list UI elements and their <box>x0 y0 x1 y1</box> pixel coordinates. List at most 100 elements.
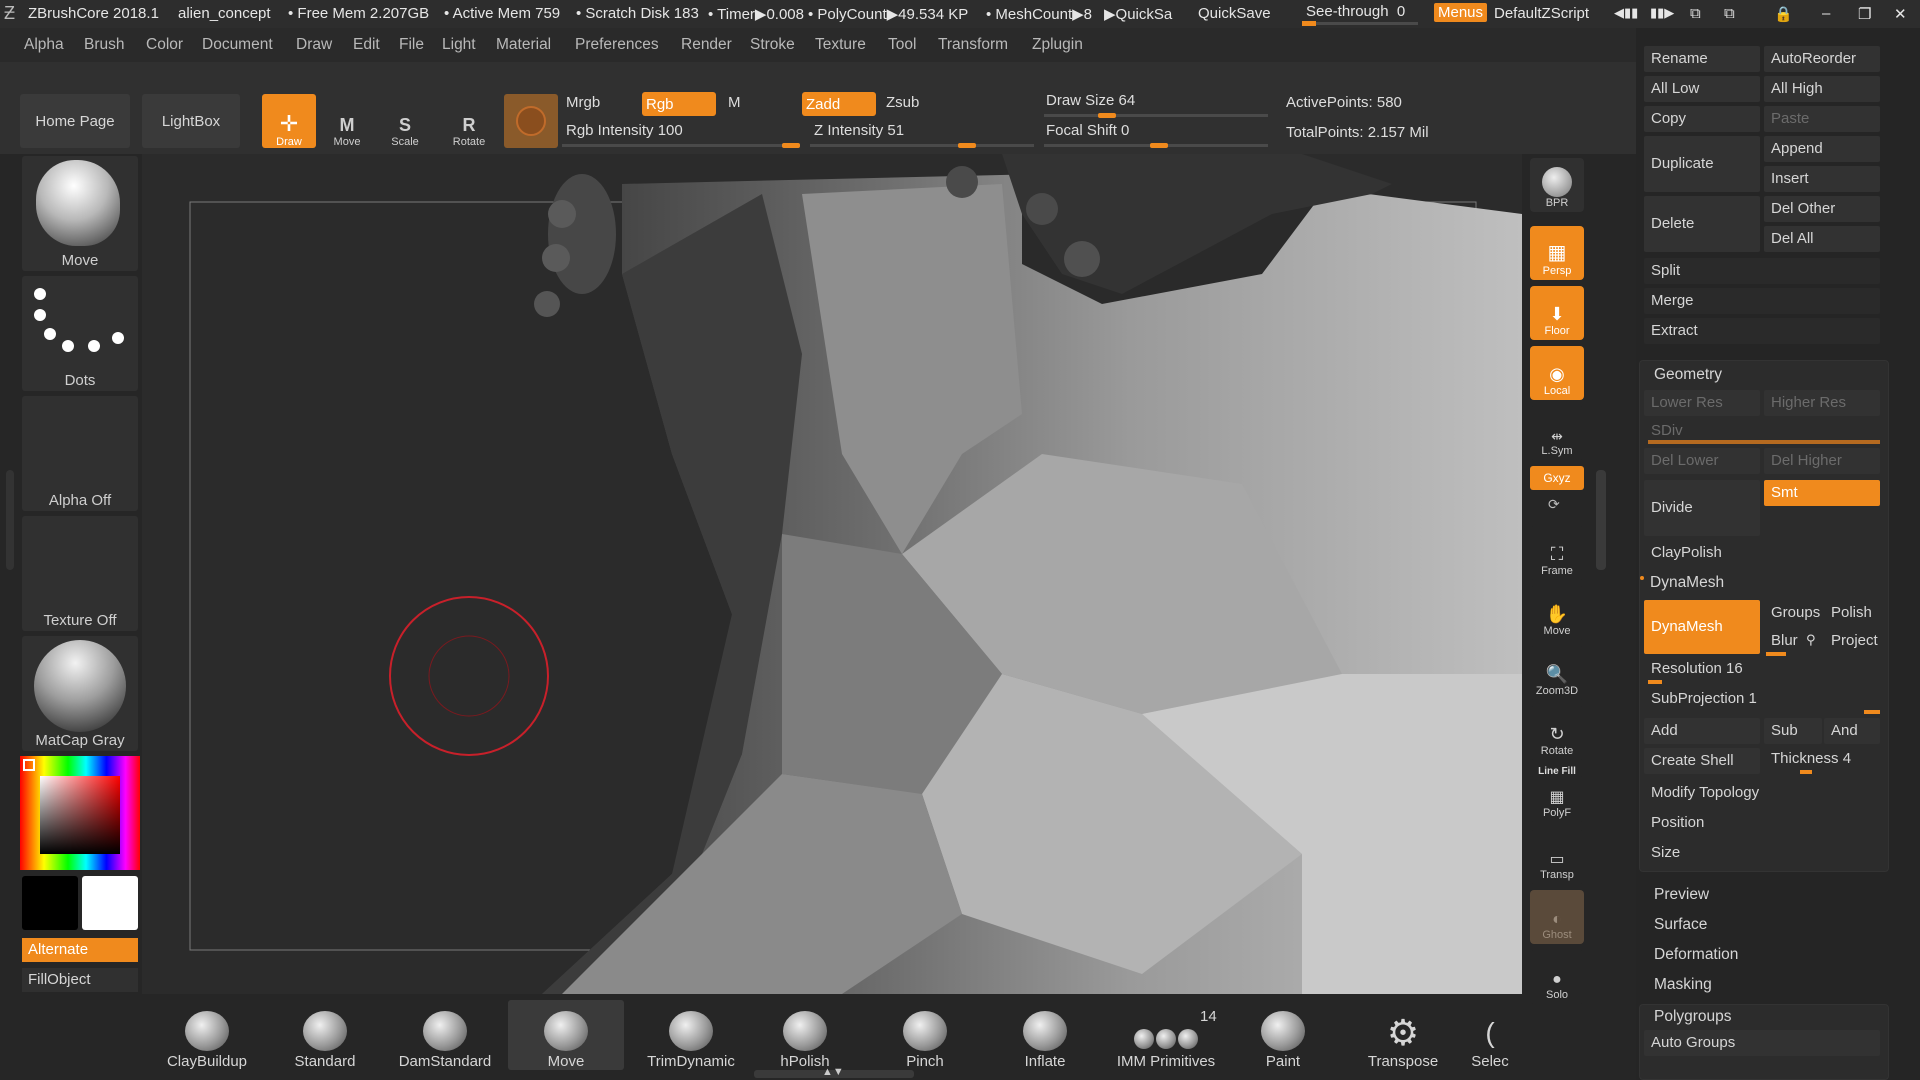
menu-render[interactable]: Render <box>681 36 732 54</box>
menu-preferences[interactable]: Preferences <box>575 36 659 54</box>
layout2-icon[interactable]: ⧉ <box>1724 5 1735 22</box>
rotate-mode-button[interactable]: R Rotate <box>442 94 496 148</box>
z-intensity-track[interactable] <box>810 143 1034 148</box>
draw-size-slider[interactable]: Draw Size 64 <box>1046 92 1135 109</box>
del-all-button[interactable]: Del All <box>1764 226 1880 252</box>
move-brush[interactable]: Move <box>508 1000 624 1070</box>
autoreorder-button[interactable]: AutoReorder <box>1764 46 1880 72</box>
menu-edit[interactable]: Edit <box>353 36 380 54</box>
menu-document[interactable]: Document <box>202 36 273 54</box>
maximize-icon[interactable]: ❐ <box>1858 5 1871 23</box>
mrgb-button[interactable]: Mrgb <box>566 94 600 111</box>
menu-texture[interactable]: Texture <box>815 36 866 54</box>
resolution-track[interactable] <box>1648 680 1662 684</box>
delete-button[interactable]: Delete <box>1644 196 1760 252</box>
rename-button[interactable]: Rename <box>1644 46 1760 72</box>
bottom-scroll-arrows-icon[interactable]: ▲▼ <box>822 1066 844 1078</box>
standard-brush[interactable]: Standard <box>278 1000 372 1070</box>
menu-brush[interactable]: Brush <box>84 36 125 54</box>
right-scroll-handle[interactable] <box>1596 470 1606 570</box>
default-zscript[interactable]: DefaultZScript <box>1494 5 1589 22</box>
subprojection-slider[interactable]: SubProjection 1 <box>1644 686 1880 712</box>
dynamesh-title[interactable]: DynaMesh <box>1650 574 1724 592</box>
paint-brush[interactable]: Paint <box>1236 1000 1330 1070</box>
main-color-swatch[interactable] <box>82 876 138 930</box>
layout-icon[interactable]: ⧉ <box>1690 5 1701 22</box>
menu-material[interactable]: Material <box>496 36 551 54</box>
divide-button[interactable]: Divide <box>1644 480 1760 536</box>
move-mode-button[interactable]: M Move <box>320 94 374 148</box>
and-button[interactable]: And <box>1824 718 1880 744</box>
hue-marker[interactable] <box>23 759 35 771</box>
menus-button[interactable]: Menus <box>1434 3 1488 22</box>
rgb-intensity-track[interactable] <box>562 143 800 148</box>
menu-zplugin[interactable]: Zplugin <box>1032 36 1083 54</box>
rgb-button[interactable]: Rgb <box>642 92 716 116</box>
lsym-button[interactable]: ⇹ L.Sym <box>1530 406 1584 460</box>
brush-thumbnail[interactable]: Move <box>22 156 138 271</box>
inflate-brush[interactable]: Inflate <box>998 1000 1092 1070</box>
sdiv-track[interactable] <box>1648 440 1880 444</box>
secondary-color-swatch[interactable] <box>22 876 78 930</box>
claybuildup-brush[interactable]: ClayBuildup <box>160 1000 254 1070</box>
smt-toggle[interactable]: Smt <box>1764 480 1880 506</box>
project-toggle[interactable]: Project <box>1824 628 1880 654</box>
draw-size-track[interactable] <box>1044 113 1268 118</box>
geometry-title[interactable]: Geometry <box>1654 366 1722 384</box>
del-higher-button[interactable]: Del Higher <box>1764 448 1880 474</box>
menu-transform[interactable]: Transform <box>938 36 1008 54</box>
left-scroll-handle[interactable] <box>6 470 14 570</box>
preview-section[interactable]: Preview <box>1654 886 1709 904</box>
surface-section[interactable]: Surface <box>1654 916 1707 934</box>
zoom3d-button[interactable]: 🔍 Zoom3D <box>1530 646 1584 700</box>
lower-res-button[interactable]: Lower Res <box>1644 390 1760 416</box>
scale-mode-button[interactable]: S Scale <box>378 94 432 148</box>
transpose-tool[interactable]: ⚙ Transpose <box>1356 1000 1450 1071</box>
claypolish-button[interactable]: ClayPolish <box>1644 540 1880 566</box>
quicksa[interactable]: ▶QuickSa <box>1104 5 1172 23</box>
resolution-slider[interactable]: Resolution 16 <box>1644 656 1880 682</box>
menu-tool[interactable]: Tool <box>888 36 916 54</box>
persp-button[interactable]: ▦ Persp <box>1530 226 1584 280</box>
append-button[interactable]: Append <box>1764 136 1880 162</box>
dynamesh-button[interactable]: DynaMesh <box>1644 600 1760 654</box>
rgb-intensity-slider[interactable]: Rgb Intensity 100 <box>566 122 683 139</box>
damstandard-brush[interactable]: DamStandard <box>398 1000 492 1070</box>
deformation-section[interactable]: Deformation <box>1654 946 1738 964</box>
focal-shift-track[interactable] <box>1044 143 1268 148</box>
draw-mode-button[interactable]: ✛ Draw <box>262 94 316 148</box>
sub-button[interactable]: Sub <box>1764 718 1822 744</box>
add-button[interactable]: Add <box>1644 718 1760 744</box>
local-button[interactable]: ◉ Local <box>1530 346 1584 400</box>
thickness-slider[interactable]: Thickness 4 <box>1764 746 1880 772</box>
transp-button[interactable]: ▭ Transp <box>1530 830 1584 884</box>
zadd-button[interactable]: Zadd <box>802 92 876 116</box>
masking-section[interactable]: Masking <box>1654 976 1712 994</box>
menu-alpha[interactable]: Alpha <box>24 36 64 54</box>
alternate-button[interactable]: Alternate <box>22 938 138 962</box>
menu-draw[interactable]: Draw <box>296 36 332 54</box>
copy-button[interactable]: Copy <box>1644 106 1760 132</box>
close-icon[interactable]: ✕ <box>1894 5 1907 23</box>
trimdynamic-brush[interactable]: TrimDynamic <box>636 1000 746 1070</box>
select-tool[interactable]: (Selec <box>1458 1000 1522 1070</box>
color-swatch-button[interactable] <box>504 94 558 148</box>
tray-right-icon[interactable]: ▮▮▶ <box>1650 5 1674 21</box>
menu-light[interactable]: Light <box>442 36 476 54</box>
quicksave-button[interactable]: QuickSave <box>1198 5 1271 22</box>
duplicate-button[interactable]: Duplicate <box>1644 136 1760 192</box>
home-page-button[interactable]: Home Page <box>20 94 130 148</box>
modify-topology-button[interactable]: Modify Topology <box>1644 780 1880 806</box>
del-lower-button[interactable]: Del Lower <box>1644 448 1760 474</box>
fillobject-button[interactable]: FillObject <box>22 968 138 992</box>
stroke-thumbnail[interactable]: Dots <box>22 276 138 391</box>
extract-button[interactable]: Extract <box>1644 318 1880 344</box>
subprojection-track[interactable] <box>1864 710 1880 714</box>
position-button[interactable]: Position <box>1644 810 1880 836</box>
bpr-button[interactable]: BPR <box>1530 158 1584 212</box>
solo-button[interactable]: ● Solo <box>1530 950 1584 1004</box>
lightbox-button[interactable]: LightBox <box>142 94 240 148</box>
tray-left-icon[interactable]: ◀▮▮ <box>1614 5 1638 21</box>
size-button[interactable]: Size <box>1644 840 1880 866</box>
m-button[interactable]: M <box>728 94 741 111</box>
